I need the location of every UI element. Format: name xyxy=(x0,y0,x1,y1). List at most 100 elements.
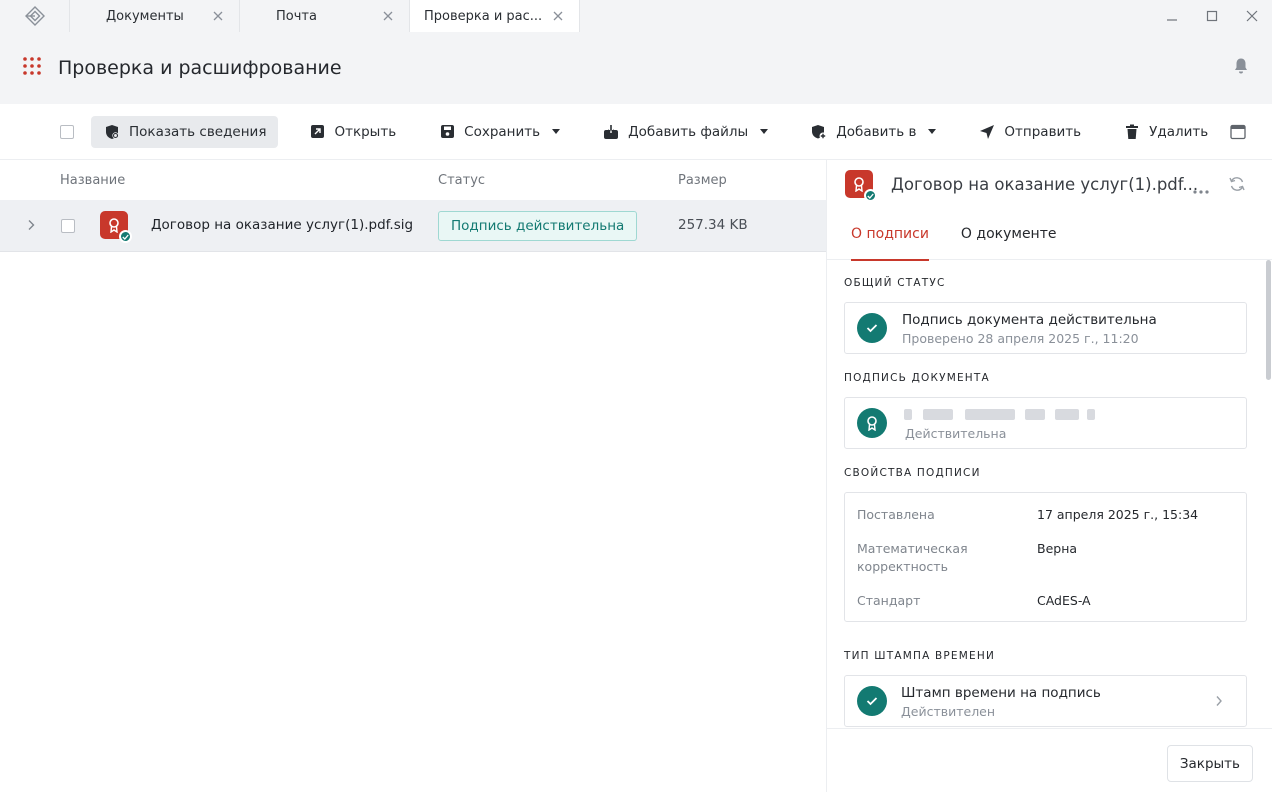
close-icon[interactable] xyxy=(551,9,565,23)
prop-key: Поставлена xyxy=(857,507,935,522)
chevron-down-icon xyxy=(760,129,769,134)
doc-signature-card[interactable]: Действительна xyxy=(844,397,1247,449)
prop-key: Стандарт xyxy=(857,593,921,608)
scrollbar[interactable] xyxy=(1266,260,1271,380)
tab-label: Почта xyxy=(276,8,317,24)
send-label: Отправить xyxy=(1004,123,1082,140)
details-panel: Договор на оказание услуг(1).pdf... О по… xyxy=(826,160,1272,792)
show-info-button[interactable]: Показать сведения xyxy=(91,115,279,148)
page-title: Проверка и расшифрование xyxy=(58,57,342,79)
row-checkbox[interactable] xyxy=(61,219,75,233)
close-button[interactable]: Закрыть xyxy=(1166,745,1253,782)
column-size[interactable]: Размер xyxy=(678,173,727,188)
bell-icon[interactable] xyxy=(1232,57,1250,79)
select-all-checkbox[interactable] xyxy=(60,124,74,139)
refresh-icon[interactable] xyxy=(1228,176,1246,196)
column-name[interactable]: Название xyxy=(60,173,125,188)
open-external-icon xyxy=(308,123,326,141)
show-info-label: Показать сведения xyxy=(129,123,267,140)
section-doc-signature: Подпись документа xyxy=(844,372,990,384)
chevron-down-icon xyxy=(928,129,937,134)
redacted-text xyxy=(1055,409,1079,420)
save-icon xyxy=(438,123,456,141)
check-badge-icon xyxy=(119,230,132,243)
delete-label: Удалить xyxy=(1149,123,1209,140)
list-header: Название Статус Размер xyxy=(0,160,826,200)
add-files-button[interactable]: Добавить файлы xyxy=(590,116,780,148)
tab-label: Документы xyxy=(106,8,184,24)
timestamp-title: Штамп времени на подпись xyxy=(901,685,1101,701)
panel-content: Общий статус Подпись документа действите… xyxy=(827,260,1272,728)
prop-key: Математическая корректность xyxy=(857,541,968,574)
section-properties: Свойства подписи xyxy=(844,467,981,479)
column-status[interactable]: Статус xyxy=(438,173,485,188)
delete-button[interactable]: Удалить xyxy=(1111,116,1220,148)
prop-value: CAdES-A xyxy=(1037,593,1091,608)
add-files-label: Добавить файлы xyxy=(628,123,749,140)
overall-status-subtitle: Проверено 28 апреля 2025 г., 11:20 xyxy=(902,331,1139,346)
close-window-icon[interactable] xyxy=(1232,0,1272,32)
tab-document[interactable]: О документе xyxy=(961,208,1057,260)
redacted-text xyxy=(904,409,912,420)
redacted-text xyxy=(1025,409,1045,420)
panel-toggle-icon[interactable] xyxy=(1230,124,1246,144)
tab-signature[interactable]: О подписи xyxy=(851,208,929,261)
add-to-label: Добавить в xyxy=(836,123,917,140)
tab-mail[interactable]: Почта xyxy=(240,0,410,32)
trash-icon xyxy=(1123,123,1141,141)
check-badge-icon xyxy=(864,189,877,202)
panel-header: Договор на оказание услуг(1).pdf... xyxy=(827,160,1272,208)
doc-signature-status: Действительна xyxy=(905,426,1007,441)
redacted-text xyxy=(923,409,953,420)
timestamp-card[interactable]: Штамп времени на подпись Действителен xyxy=(844,675,1247,727)
table-row[interactable]: Договор на оказание услуг(1).pdf.sig Под… xyxy=(0,200,826,252)
tab-documents[interactable]: Документы xyxy=(70,0,240,32)
certificate-icon xyxy=(857,408,887,438)
chevron-right-icon xyxy=(1215,695,1223,711)
more-icon[interactable] xyxy=(1193,182,1209,198)
app-logo-icon xyxy=(0,0,70,32)
redacted-text xyxy=(965,409,1015,420)
page-header: Проверка и расшифрование xyxy=(0,32,1272,104)
minimize-icon[interactable] xyxy=(1152,0,1192,32)
shield-plus-icon xyxy=(810,123,828,141)
section-overall-status: Общий статус xyxy=(844,277,946,289)
send-button[interactable]: Отправить xyxy=(966,116,1093,148)
panel-footer: Закрыть xyxy=(827,728,1272,792)
title-bar: Документы Почта Проверка и рас... xyxy=(0,0,1272,32)
properties-card: Поставлена 17 апреля 2025 г., 15:34 Мате… xyxy=(844,492,1247,622)
chevron-down-icon xyxy=(552,129,561,134)
overall-status-title: Подпись документа действительна xyxy=(902,312,1157,328)
file-name: Договор на оказание услуг(1).pdf.sig xyxy=(151,217,414,233)
close-icon[interactable] xyxy=(211,9,225,23)
redacted-text xyxy=(1087,409,1095,420)
toolbar: Показать сведения Открыть Сохранить Доба… xyxy=(0,104,1272,160)
add-to-button[interactable]: Добавить в xyxy=(798,116,948,148)
apps-grid-icon[interactable] xyxy=(22,56,42,80)
save-label: Сохранить xyxy=(464,123,541,140)
status-badge: Подпись действительна xyxy=(438,211,638,241)
panel-title: Договор на оказание услуг(1).pdf... xyxy=(891,174,1199,194)
tab-verify[interactable]: Проверка и рас... xyxy=(410,0,580,32)
add-files-icon xyxy=(602,123,620,141)
check-circle-icon xyxy=(857,686,887,716)
timestamp-subtitle: Действителен xyxy=(901,704,996,719)
section-timestamp: Тип штампа времени xyxy=(844,650,996,662)
chevron-right-icon[interactable] xyxy=(26,219,36,235)
window-controls xyxy=(1152,0,1272,32)
file-size: 257.34 KB xyxy=(678,217,748,233)
file-list: Название Статус Размер Договор на оказан… xyxy=(0,160,826,792)
send-icon xyxy=(978,123,996,141)
overall-status-card: Подпись документа действительна Проверен… xyxy=(844,302,1247,354)
shield-info-icon xyxy=(103,123,121,141)
open-label: Открыть xyxy=(334,123,397,140)
tab-label: Проверка и рас... xyxy=(424,8,543,24)
maximize-icon[interactable] xyxy=(1192,0,1232,32)
save-button[interactable]: Сохранить xyxy=(426,116,572,148)
open-button[interactable]: Открыть xyxy=(296,116,408,148)
close-icon[interactable] xyxy=(381,9,395,23)
signed-file-icon xyxy=(845,170,877,202)
prop-value: Верна xyxy=(1037,541,1078,556)
panel-tabs: О подписи О документе xyxy=(827,208,1272,261)
prop-value: 17 апреля 2025 г., 15:34 xyxy=(1037,507,1199,522)
